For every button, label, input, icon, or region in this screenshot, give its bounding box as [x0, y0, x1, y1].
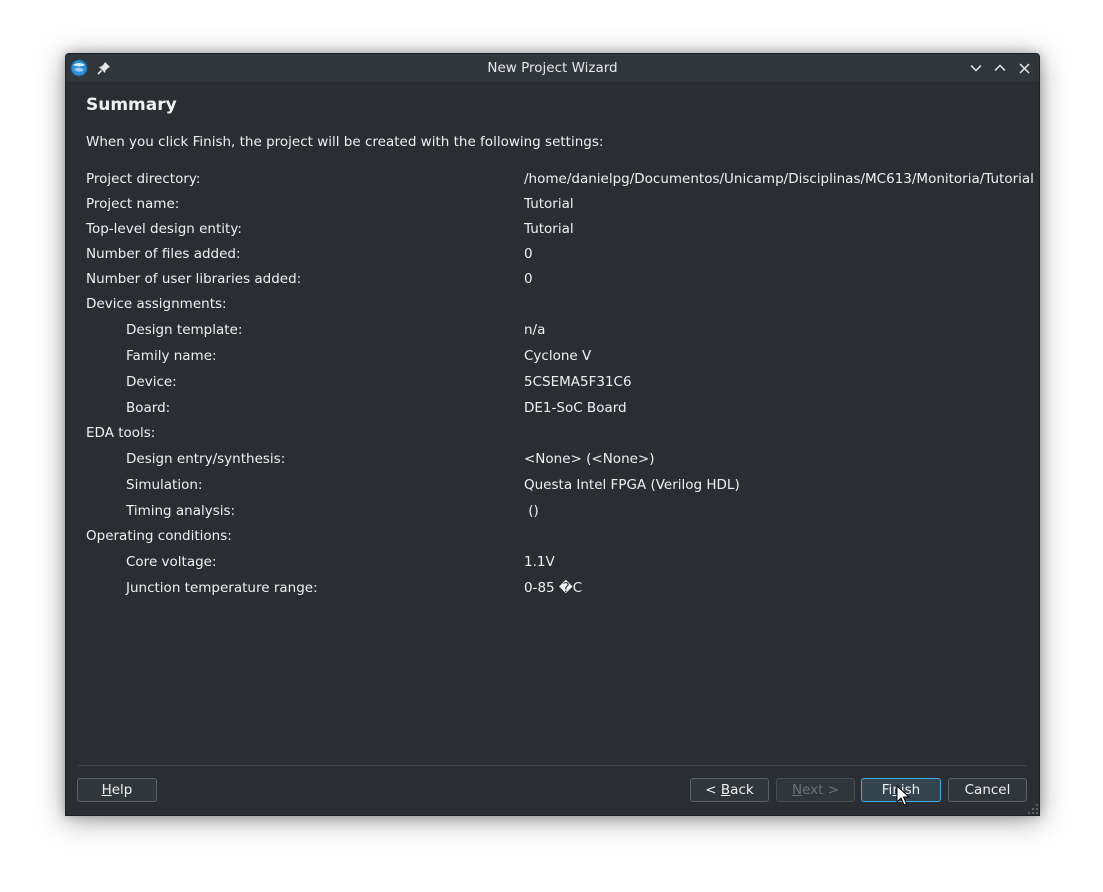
setting-row: Device assignments: [66, 296, 1039, 316]
close-icon [1018, 62, 1030, 74]
mouse-cursor-icon [896, 785, 910, 806]
help-button[interactable]: Help [77, 778, 157, 802]
back-prefix: < [705, 782, 721, 798]
setting-row: Design template: n/a [66, 322, 1039, 342]
setting-row: Number of user libraries added: 0 [66, 271, 1039, 291]
title-bar[interactable]: New Project Wizard [66, 54, 1039, 83]
setting-label: Number of user libraries added: [86, 271, 302, 287]
maximize-button[interactable] [991, 59, 1009, 77]
setting-label: EDA tools: [86, 425, 156, 441]
setting-row: Family name: Cyclone V [66, 348, 1039, 368]
setting-value: 1.1V [524, 554, 555, 570]
setting-value: Cyclone V [524, 348, 592, 364]
setting-label: Project name: [86, 196, 180, 212]
setting-row: Project name: Tutorial [66, 196, 1039, 216]
chevron-up-icon [994, 64, 1006, 72]
setting-value: /home/danielpg/Documentos/Unicamp/Discip… [524, 171, 1034, 187]
close-button[interactable] [1015, 59, 1033, 77]
help-mnemonic: H [101, 782, 112, 798]
setting-row: Number of files added: 0 [66, 246, 1039, 266]
page-heading: Summary [86, 95, 177, 115]
chevron-down-icon [970, 64, 982, 72]
finish-prefix: Fi [881, 782, 893, 798]
setting-label: Simulation: [126, 477, 203, 493]
setting-label: Number of files added: [86, 246, 241, 262]
setting-value: <None> (<None>) [524, 451, 655, 467]
back-button[interactable]: < Back [690, 778, 769, 802]
setting-label: Project directory: [86, 171, 201, 187]
setting-label: Core voltage: [126, 554, 217, 570]
resize-grip-icon[interactable] [1027, 803, 1039, 815]
minimize-button[interactable] [967, 59, 985, 77]
setting-row: Operating conditions: [66, 528, 1039, 548]
wizard-content: Summary When you click Finish, the proje… [66, 83, 1039, 815]
new-project-wizard-window: New Project Wizard Summary When you clic… [65, 53, 1040, 816]
setting-label: Top-level design entity: [86, 221, 242, 237]
cancel-button[interactable]: Cancel [948, 778, 1027, 802]
button-separator [78, 765, 1027, 766]
setting-row: Project directory: /home/danielpg/Documen… [66, 171, 1039, 191]
setting-label: Device assignments: [86, 296, 227, 312]
setting-row: Simulation: Questa Intel FPGA (Verilog HD… [66, 477, 1039, 497]
next-label: ext > [802, 782, 840, 798]
intro-text: When you click Finish, the project will … [86, 134, 604, 150]
setting-label: Junction temperature range: [126, 580, 318, 596]
setting-value: Questa Intel FPGA (Verilog HDL) [524, 477, 740, 493]
setting-value: 5CSEMA5F31C6 [524, 374, 632, 390]
next-button[interactable]: Next > [776, 778, 855, 802]
back-label: ack [730, 782, 754, 798]
setting-value: n/a [524, 322, 546, 338]
setting-row: EDA tools: [66, 425, 1039, 445]
help-label: elp [111, 782, 133, 798]
setting-label: Board: [126, 400, 171, 416]
setting-label: Design entry/synthesis: [126, 451, 286, 467]
setting-row: Timing analysis: () [66, 503, 1039, 523]
setting-row: Core voltage: 1.1V [66, 554, 1039, 574]
setting-label: Device: [126, 374, 177, 390]
cancel-label: Cancel [964, 782, 1011, 798]
setting-value: 0 [524, 246, 533, 262]
setting-row: Design entry/synthesis: <None> (<None>) [66, 451, 1039, 471]
setting-row: Junction temperature range: 0-85 �C [66, 580, 1039, 600]
setting-value: DE1-SoC Board [524, 400, 627, 416]
setting-row: Top-level design entity: Tutorial [66, 221, 1039, 241]
setting-value: Tutorial [524, 196, 574, 212]
setting-label: Family name: [126, 348, 217, 364]
setting-label: Design template: [126, 322, 243, 338]
setting-value: 0 [524, 271, 533, 287]
window-title: New Project Wizard [487, 60, 618, 76]
setting-row: Device: 5CSEMA5F31C6 [66, 374, 1039, 394]
setting-value: Tutorial [524, 221, 574, 237]
back-mnemonic: B [720, 782, 731, 798]
setting-value: () [524, 503, 539, 519]
setting-label: Timing analysis: [126, 503, 236, 519]
setting-row: Board: DE1-SoC Board [66, 400, 1039, 420]
setting-label: Operating conditions: [86, 528, 232, 544]
next-mnemonic: N [791, 782, 803, 798]
setting-value: 0-85 �C [524, 580, 583, 596]
